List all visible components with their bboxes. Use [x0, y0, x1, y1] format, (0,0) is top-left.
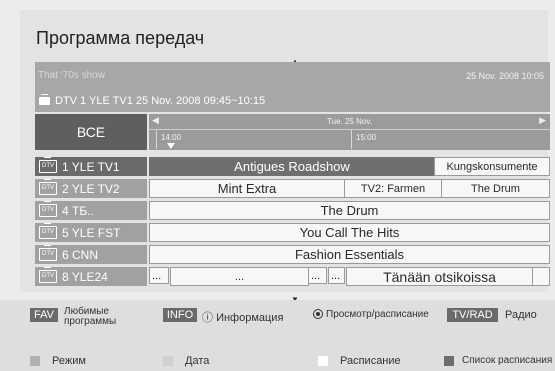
program-cell[interactable]: ...: [170, 267, 309, 286]
tvrad-key[interactable]: TV/RAD: [447, 308, 498, 322]
info-icon: ⓘ: [202, 312, 213, 324]
fav-label-line2: программы: [64, 316, 117, 327]
info-label-text: Информация: [216, 312, 284, 324]
time-tick: [351, 130, 352, 149]
dtv-icon: DTV: [39, 223, 57, 239]
channel-row: DTV 6 CNN Fashion Essentials: [35, 245, 550, 265]
current-show-title: That '70s show: [38, 70, 105, 81]
current-datetime: 25 Nov. 2008 10:05: [466, 71, 544, 81]
program-cell[interactable]: The Drum: [149, 201, 550, 220]
program-cell[interactable]: Antigues Roadshow: [149, 157, 435, 176]
dtv-icon: DTV: [39, 179, 57, 195]
channel-row: DTV 1 YLE TV1 Antigues Roadshow Kungskons…: [35, 157, 550, 177]
epg-screen: Программа передач ▲ That '70s show 25 No…: [0, 0, 555, 371]
timeline-divider: [149, 129, 550, 130]
yellow-button-icon[interactable]: [318, 356, 328, 366]
channel-label[interactable]: DTV 6 CNN: [35, 245, 147, 264]
timeline-bar: ◀ Tue. 25 Nov. ▶ 14:00 15:00: [149, 114, 550, 150]
ok-label: Просмотр/расписание: [313, 309, 429, 320]
program-cell[interactable]: TV2: Farmen: [344, 179, 442, 198]
program-cell[interactable]: Fashion Essentials: [149, 245, 550, 264]
red-label: Режим: [52, 355, 86, 367]
program-cell[interactable]: ...: [308, 267, 327, 284]
channel-label[interactable]: DTV 4 ТБ..: [35, 201, 147, 220]
timeline-next-icon[interactable]: ▶: [539, 115, 546, 126]
fav-key[interactable]: FAV: [30, 308, 58, 322]
channel-row: DTV 2 YLE TV2 Mint Extra TV2: Farmen The …: [35, 179, 550, 199]
legend-bar: FAV Любимые программы INFO ⓘ Информация …: [0, 300, 555, 371]
channel-label[interactable]: DTV 8 YLE24: [35, 267, 147, 286]
yellow-label: Расписание: [340, 355, 401, 367]
channel-row: DTV 5 YLE FST You Call The Hits: [35, 223, 550, 243]
program-info-box: That '70s show 25 Nov. 2008 10:05 DTV 1 …: [35, 62, 550, 112]
channel-label[interactable]: DTV 5 YLE FST: [35, 223, 147, 242]
channel-name: 4 ТБ..: [62, 203, 94, 218]
info-label: ⓘ Информация: [202, 309, 283, 325]
timeline-date: Tue. 25 Nov.: [327, 117, 372, 126]
ok-label-text: Просмотр/расписание: [326, 309, 429, 320]
channel-line-text: DTV 1 YLE TV1 25 Nov. 2008 09:45~10:15: [55, 95, 266, 107]
channel-label[interactable]: DTV 2 YLE TV2: [35, 179, 147, 198]
channel-label[interactable]: DTV 1 YLE TV1: [35, 157, 147, 176]
blue-label: Список расписания: [462, 355, 553, 366]
fav-label: Любимые программы: [64, 307, 116, 327]
program-cell[interactable]: The Drum: [441, 179, 550, 198]
current-channel-line: DTV 1 YLE TV1 25 Nov. 2008 09:45~10:15: [39, 94, 266, 107]
all-channels-button[interactable]: ВСЕ: [35, 114, 147, 150]
channel-row: DTV 4 ТБ.. The Drum: [35, 201, 550, 221]
current-time-marker-icon: [167, 143, 175, 149]
time-tick: [156, 130, 157, 149]
program-cell[interactable]: ...: [149, 267, 169, 284]
dtv-icon: DTV: [39, 157, 57, 173]
time-label: 15:00: [356, 133, 377, 142]
program-cell[interactable]: Kungskonsumente: [434, 157, 550, 176]
channel-name: 8 YLE24: [62, 269, 108, 284]
dtv-icon: DTV: [39, 201, 57, 217]
tvrad-label: Радио: [505, 309, 537, 321]
channel-name: 6 CNN: [62, 247, 99, 262]
channel-row: DTV 8 YLE24 ... ... ... ... Tänään otsiko…: [35, 267, 550, 287]
dtv-icon: DTV: [39, 267, 57, 283]
red-button-icon[interactable]: [30, 356, 40, 366]
program-cell[interactable]: Tänään otsikoissa: [346, 267, 533, 286]
page-title: Программа передач: [36, 28, 205, 48]
channel-name: 1 YLE TV1: [62, 159, 120, 174]
time-label: 14:00: [161, 133, 182, 142]
blue-button-icon[interactable]: [444, 356, 454, 366]
program-cell[interactable]: ...: [328, 267, 345, 284]
info-key[interactable]: INFO: [163, 308, 197, 322]
dtv-icon: DTV: [39, 245, 57, 261]
program-cell[interactable]: You Call The Hits: [149, 223, 550, 242]
channel-name: 2 YLE TV2: [62, 181, 120, 196]
program-cell[interactable]: [532, 267, 550, 286]
tv-icon: [39, 94, 50, 105]
green-label: Дата: [185, 355, 210, 367]
green-button-icon[interactable]: [163, 356, 173, 366]
channel-name: 5 YLE FST: [62, 225, 121, 240]
program-cell[interactable]: Mint Extra: [149, 179, 345, 198]
ok-button-icon: [313, 309, 323, 319]
